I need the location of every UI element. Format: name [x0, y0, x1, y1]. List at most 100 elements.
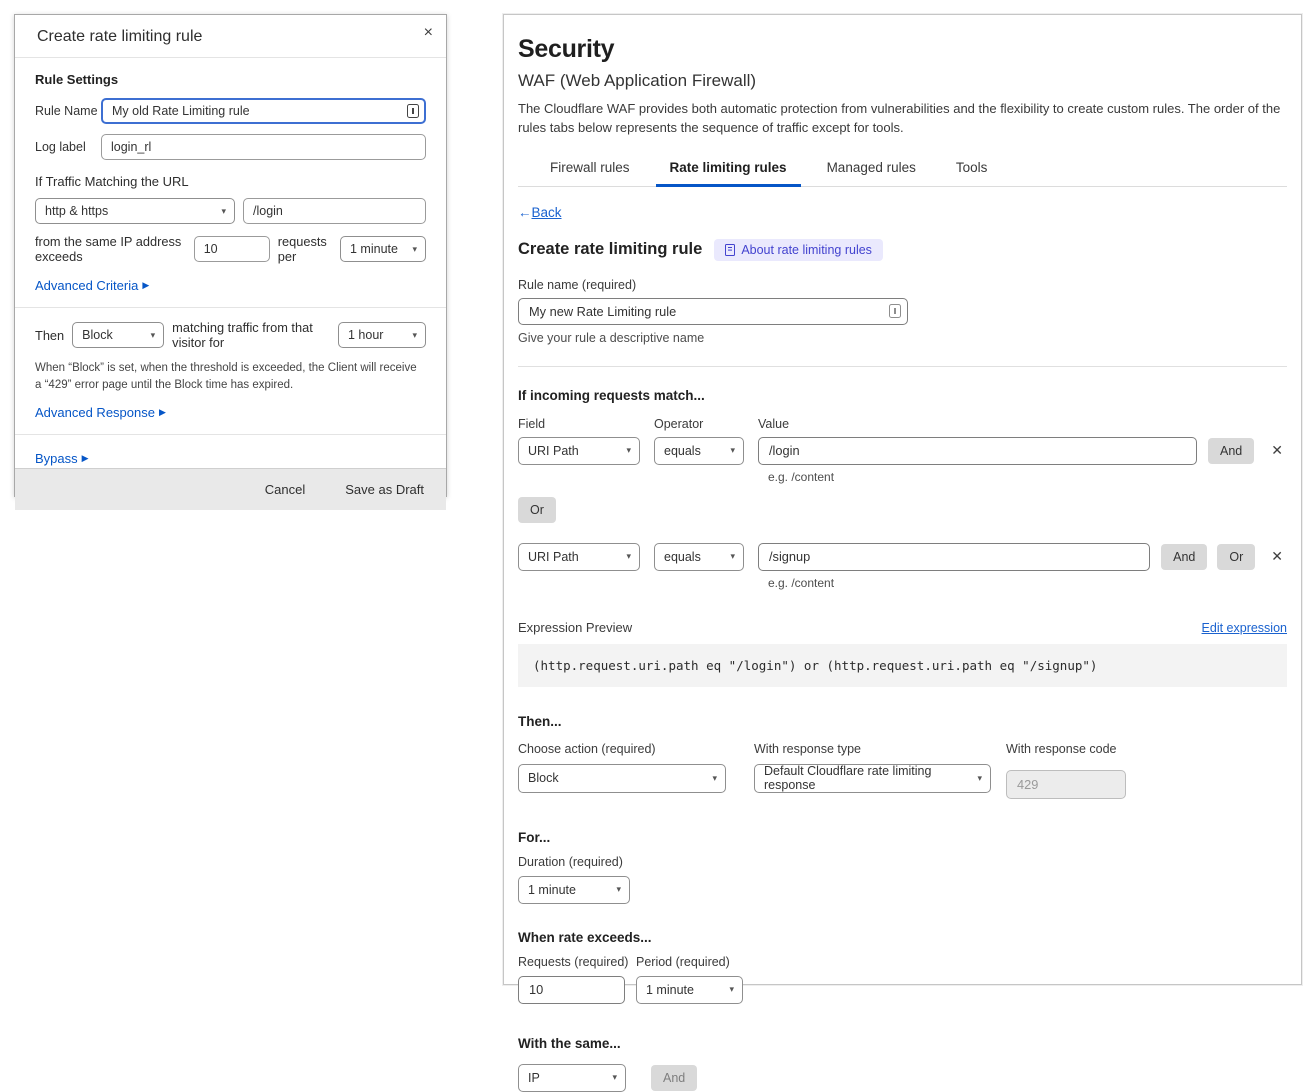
- field-select[interactable]: URI Path ▾: [518, 543, 640, 571]
- traffic-matching-heading: If Traffic Matching the URL: [35, 174, 426, 189]
- cancel-button[interactable]: Cancel: [265, 482, 305, 497]
- then-text: Then: [35, 328, 64, 343]
- response-code-label: With response code: [1006, 742, 1166, 756]
- value-hint: e.g. /content: [768, 576, 1287, 590]
- tab-firewall-rules[interactable]: Firewall rules: [548, 154, 632, 186]
- form-title: Create rate limiting rule: [518, 240, 702, 259]
- choose-action-label: Choose action (required): [518, 742, 754, 756]
- chevron-down-icon: ▾: [626, 551, 631, 562]
- tab-tools[interactable]: Tools: [954, 154, 990, 186]
- chevron-right-icon: ▶: [159, 407, 166, 418]
- chevron-down-icon: ▾: [977, 773, 982, 784]
- duration-select[interactable]: 1 minute ▾: [518, 876, 630, 904]
- tab-rate-limiting-rules[interactable]: Rate limiting rules: [668, 154, 789, 186]
- action-select[interactable]: Block ▾: [72, 322, 164, 348]
- operator-select[interactable]: equals ▾: [654, 543, 744, 571]
- field-select[interactable]: URI Path ▾: [518, 437, 640, 465]
- rule-name-input[interactable]: [101, 98, 426, 124]
- action-select[interactable]: Block ▾: [518, 764, 726, 793]
- save-as-draft-button[interactable]: Save as Draft: [345, 482, 424, 497]
- expression-code: (http.request.uri.path eq "/login") or (…: [518, 644, 1287, 687]
- divider: [518, 366, 1287, 367]
- ban-duration-select[interactable]: 1 hour ▾: [338, 322, 426, 348]
- or-button[interactable]: Or: [518, 497, 556, 523]
- chevron-down-icon: ▾: [730, 551, 735, 562]
- operator-label: Operator: [654, 417, 758, 431]
- threshold-input[interactable]: [194, 236, 270, 262]
- value-input[interactable]: [758, 437, 1197, 465]
- expression-preview-label: Expression Preview: [518, 620, 632, 635]
- rate-period-select[interactable]: 1 minute ▾: [636, 976, 743, 1004]
- url-input[interactable]: [243, 198, 426, 224]
- chevron-down-icon: ▾: [626, 445, 631, 456]
- create-rate-limit-modal: Create rate limiting rule × Rule Setting…: [14, 14, 447, 497]
- with-same-heading: With the same...: [518, 1036, 1287, 1051]
- field-label: Field: [518, 417, 654, 431]
- back-link[interactable]: ←Back: [518, 205, 562, 220]
- operator-select[interactable]: equals ▾: [654, 437, 744, 465]
- page-subtitle: WAF (Web Application Firewall): [518, 71, 1287, 91]
- edit-expression-link[interactable]: Edit expression: [1202, 621, 1287, 635]
- chevron-down-icon: ▾: [712, 773, 717, 784]
- chevron-down-icon: ▾: [412, 244, 417, 255]
- chevron-down-icon: ▾: [412, 330, 417, 341]
- divider: [15, 434, 446, 435]
- remove-condition-icon[interactable]: ✕: [1267, 440, 1287, 461]
- close-icon[interactable]: ×: [424, 25, 433, 41]
- autofill-icon[interactable]: [889, 304, 901, 318]
- period-label: Period (required): [636, 955, 730, 969]
- rule-settings-heading: Rule Settings: [35, 72, 426, 87]
- incoming-requests-heading: If incoming requests match...: [518, 388, 1287, 403]
- advanced-response-link[interactable]: Advanced Response ▶: [35, 405, 166, 420]
- tab-managed-rules[interactable]: Managed rules: [825, 154, 918, 186]
- modal-header: Create rate limiting rule ×: [15, 15, 446, 58]
- requests-input[interactable]: [518, 976, 625, 1004]
- chevron-down-icon: ▾: [616, 884, 621, 895]
- threshold-text: from the same IP address exceeds: [35, 234, 186, 264]
- modal-body: Rule Settings Rule Name Log label If Tra…: [15, 58, 446, 468]
- response-type-label: With response type: [754, 742, 1006, 756]
- about-rate-limiting-badge[interactable]: About rate limiting rules: [714, 239, 883, 261]
- condition-row: URI Path ▾ equals ▾ And Or ✕: [518, 543, 1287, 571]
- rule-name-input[interactable]: [518, 298, 908, 325]
- value-input[interactable]: [758, 543, 1150, 571]
- response-type-select[interactable]: Default Cloudflare rate limiting respons…: [754, 764, 991, 793]
- chevron-right-icon: ▶: [142, 280, 149, 291]
- divider: [15, 307, 446, 308]
- chevron-down-icon: ▾: [729, 984, 734, 995]
- bypass-link[interactable]: Bypass ▶: [35, 451, 89, 466]
- back-arrow-icon: ←: [518, 205, 532, 220]
- chevron-down-icon: ▾: [151, 330, 156, 341]
- and-button[interactable]: And: [1161, 544, 1207, 570]
- value-label: Value: [758, 417, 1287, 431]
- advanced-criteria-link[interactable]: Advanced Criteria ▶: [35, 278, 149, 293]
- and-button[interactable]: And: [1208, 438, 1254, 464]
- block-note: When “Block” is set, when the threshold …: [35, 360, 426, 395]
- chevron-down-icon: ▾: [730, 445, 735, 456]
- condition-row: URI Path ▾ equals ▾ And ✕: [518, 437, 1287, 465]
- requests-label: Requests (required): [518, 955, 636, 969]
- autofill-icon[interactable]: [407, 104, 419, 118]
- rule-name-label: Rule Name: [35, 104, 101, 118]
- document-icon: [725, 244, 735, 256]
- and-characteristic-button[interactable]: And: [651, 1065, 697, 1091]
- then-heading: Then...: [518, 714, 1287, 729]
- modal-footer: Cancel Save as Draft: [15, 468, 446, 510]
- chevron-right-icon: ▶: [82, 453, 89, 464]
- value-hint: e.g. /content: [768, 470, 1287, 484]
- modal-title: Create rate limiting rule: [37, 28, 202, 45]
- or-button[interactable]: Or: [1217, 544, 1255, 570]
- for-heading: For...: [518, 830, 1287, 845]
- requests-per-text: requests per: [278, 234, 332, 264]
- waf-tabs: Firewall rules Rate limiting rules Manag…: [518, 154, 1287, 187]
- log-label-input[interactable]: [101, 134, 426, 160]
- period-select[interactable]: 1 minute ▾: [340, 236, 426, 262]
- chevron-down-icon: ▾: [221, 206, 226, 217]
- remove-condition-icon[interactable]: ✕: [1267, 546, 1287, 567]
- security-waf-panel: Security WAF (Web Application Firewall) …: [503, 14, 1302, 985]
- rule-name-label: Rule name (required): [518, 278, 1287, 292]
- rule-name-help: Give your rule a descriptive name: [518, 331, 1287, 345]
- scheme-select[interactable]: http & https ▾: [35, 198, 235, 224]
- log-label-label: Log label: [35, 140, 101, 154]
- characteristic-select[interactable]: IP ▾: [518, 1064, 626, 1092]
